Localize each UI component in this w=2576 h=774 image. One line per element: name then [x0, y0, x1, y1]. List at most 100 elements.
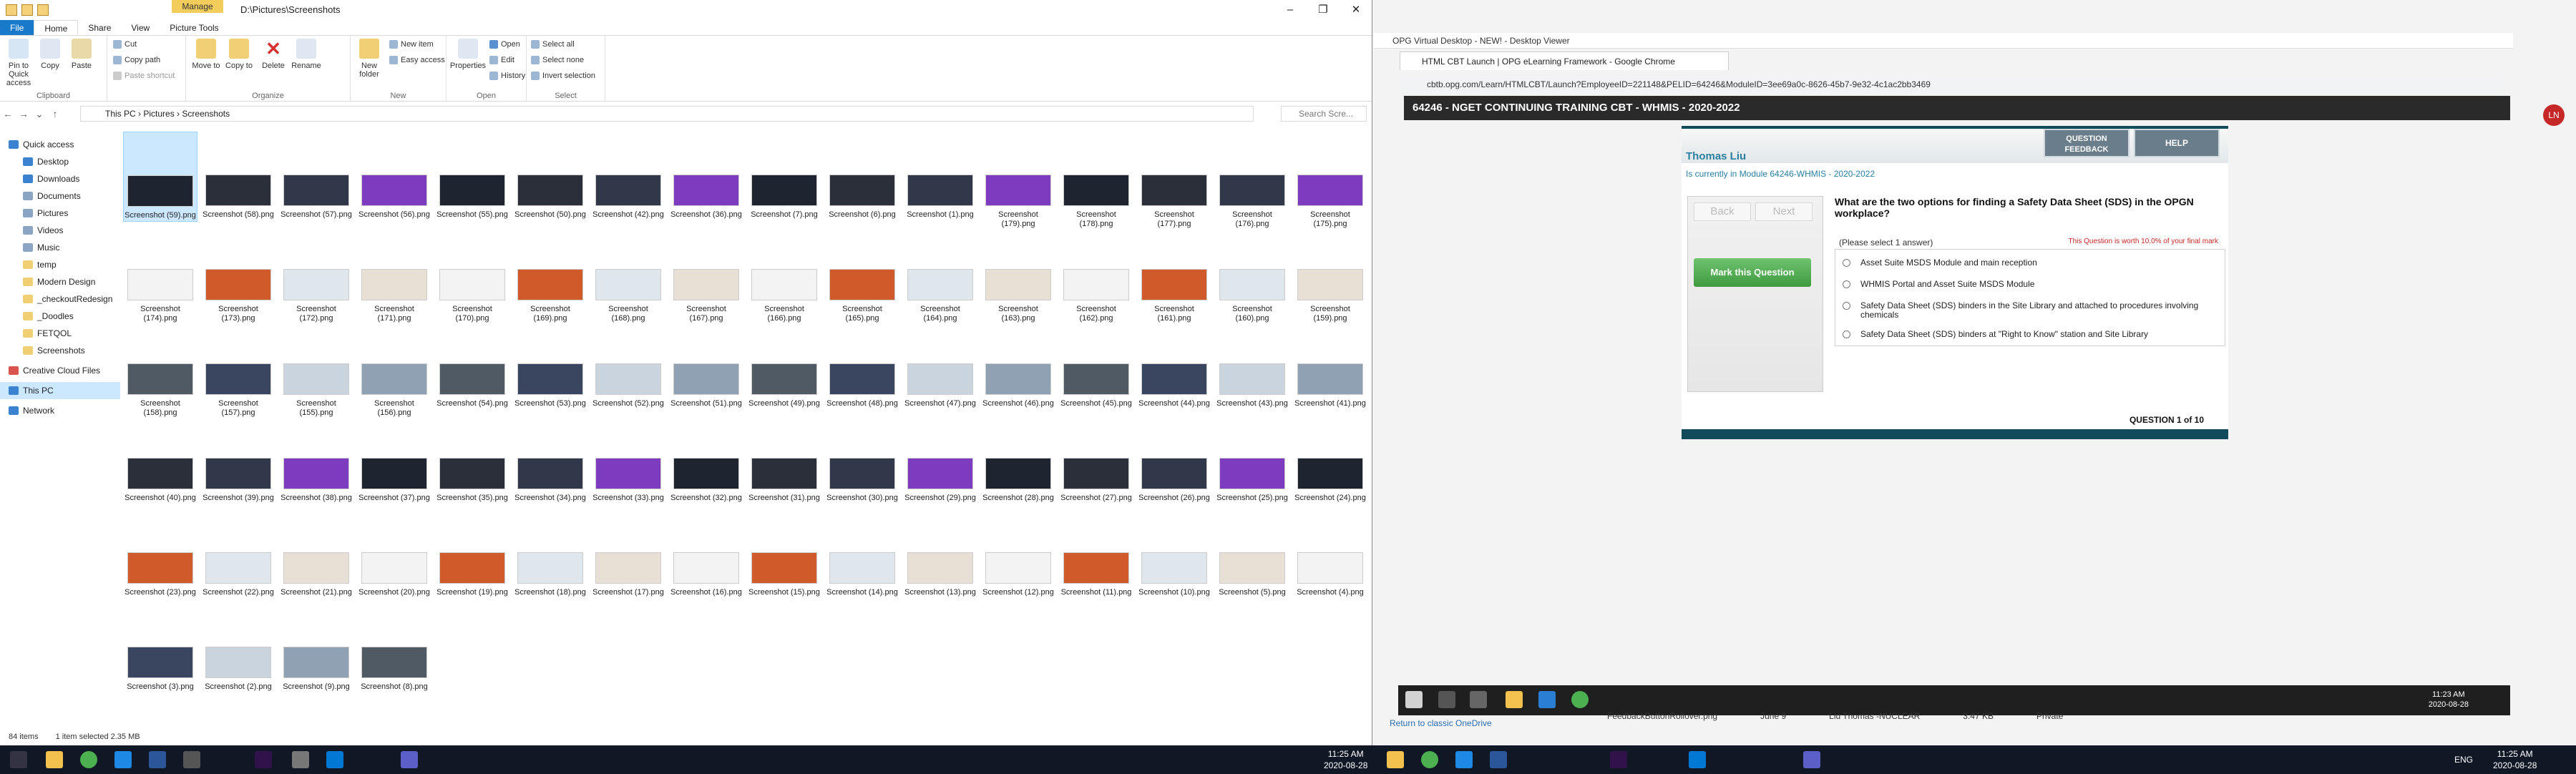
file-item[interactable]: Screenshot (23).png	[123, 509, 197, 599]
sidebar-item-pictures[interactable]: Pictures	[0, 205, 120, 222]
file-item[interactable]: Screenshot (14).png	[825, 509, 899, 599]
file-item[interactable]: Screenshot (173).png	[201, 226, 275, 323]
file-item[interactable]: Screenshot (27).png	[1059, 415, 1133, 505]
file-item[interactable]: Screenshot (58).png	[201, 132, 275, 222]
copy-button[interactable]: Copy	[34, 39, 66, 70]
chrome-icon[interactable]	[80, 751, 97, 768]
file-item[interactable]: Screenshot (172).png	[279, 226, 353, 323]
search-icon[interactable]	[10, 751, 27, 768]
back-arrow-icon[interactable]: ←	[0, 108, 16, 119]
file-item[interactable]: Screenshot (26).png	[1137, 415, 1211, 505]
file-item[interactable]: Screenshot (24).png	[1293, 415, 1367, 505]
paste-button[interactable]: Paste	[66, 39, 97, 70]
radio-button[interactable]	[1843, 302, 1850, 310]
file-item[interactable]: Screenshot (161).png	[1137, 226, 1211, 323]
edge-icon[interactable]	[1538, 691, 1556, 708]
edit-app-icon[interactable]	[1455, 751, 1473, 768]
answer-option-4[interactable]: Safety Data Sheet (SDS) binders at "Righ…	[1843, 330, 2215, 339]
paste-shortcut-button[interactable]: Paste shortcut	[113, 72, 175, 80]
file-item[interactable]: Screenshot (11).png	[1059, 509, 1133, 599]
file-item[interactable]: Screenshot (176).png	[1215, 132, 1289, 228]
answer-option-2[interactable]: WHMIS Portal and Asset Suite MSDS Module	[1843, 280, 2215, 289]
file-item[interactable]: Screenshot (158).png	[123, 320, 197, 417]
sidebar-item-modern-design[interactable]: Modern Design	[0, 273, 120, 290]
file-item[interactable]: Screenshot (30).png	[825, 415, 899, 505]
file-item[interactable]: Screenshot (50).png	[513, 132, 587, 222]
chrome-icon[interactable]	[1571, 691, 1589, 708]
recent-chevron-icon[interactable]: ⌄	[31, 108, 47, 120]
file-item[interactable]: Screenshot (166).png	[747, 226, 821, 323]
delete-button[interactable]: ✕ Delete	[258, 39, 289, 70]
question-feedback-button[interactable]: QUESTION FEEDBACK	[2044, 129, 2129, 157]
file-item[interactable]: Screenshot (157).png	[201, 320, 275, 417]
teams-icon[interactable]	[1803, 751, 1820, 768]
edit-app-icon[interactable]	[114, 751, 132, 768]
file-item[interactable]: Screenshot (53).png	[513, 320, 587, 411]
radio-button[interactable]	[1843, 259, 1850, 267]
teams-icon[interactable]	[401, 751, 418, 768]
sidebar-item-this-pc[interactable]: This PC	[0, 382, 120, 399]
sidebar-item-desktop[interactable]: Desktop	[0, 153, 120, 170]
file-explorer-icon[interactable]	[1387, 751, 1404, 768]
breadcrumb-this-pc[interactable]: This PC	[105, 109, 136, 119]
file-item[interactable]: Screenshot (37).png	[357, 415, 431, 505]
file-item[interactable]: Screenshot (32).png	[669, 415, 743, 505]
minimize-button[interactable]: –	[1274, 0, 1307, 20]
close-button[interactable]: ✕	[1340, 0, 1372, 20]
file-item[interactable]: Screenshot (10).png	[1137, 509, 1211, 599]
file-item[interactable]: Screenshot (36).png	[669, 132, 743, 222]
file-item[interactable]: Screenshot (39).png	[201, 415, 275, 505]
breadcrumb-screenshots[interactable]: Screenshots	[182, 109, 230, 119]
file-item[interactable]: Screenshot (35).png	[435, 415, 509, 505]
forward-arrow-icon[interactable]: →	[16, 108, 31, 119]
copy-to-button[interactable]: Copy to	[223, 39, 255, 70]
history-button[interactable]: History	[489, 72, 525, 80]
word-icon[interactable]	[149, 751, 166, 768]
sidebar-item-documents[interactable]: Documents	[0, 187, 120, 205]
tab-share[interactable]: Share	[78, 20, 121, 35]
invert-selection-button[interactable]: Invert selection	[531, 72, 595, 80]
file-item[interactable]: Screenshot (28).png	[981, 415, 1055, 505]
file-item[interactable]: Screenshot (56).png	[357, 132, 431, 222]
search-input[interactable]: Search Scre...	[1281, 106, 1367, 122]
file-item[interactable]: Screenshot (5).png	[1215, 509, 1289, 599]
file-item[interactable]: Screenshot (3).png	[123, 604, 197, 694]
file-item[interactable]: Screenshot (164).png	[903, 226, 977, 323]
new-folder-icon[interactable]	[37, 4, 49, 16]
copy-path-button[interactable]: Copy path	[113, 56, 160, 64]
file-item[interactable]: Screenshot (162).png	[1059, 226, 1133, 323]
cut-button[interactable]: Cut	[113, 40, 137, 49]
file-item[interactable]: Screenshot (12).png	[981, 509, 1055, 599]
file-item[interactable]: Screenshot (163).png	[981, 226, 1055, 323]
file-item[interactable]: Screenshot (178).png	[1059, 132, 1133, 228]
radio-button[interactable]	[1843, 280, 1850, 288]
chrome-icon[interactable]	[1421, 751, 1438, 768]
sidebar-item-doodles[interactable]: _Doodles	[0, 308, 120, 325]
file-item[interactable]: Screenshot (17).png	[591, 509, 665, 599]
file-item[interactable]: Screenshot (177).png	[1137, 132, 1211, 228]
move-to-button[interactable]: Move to	[190, 39, 222, 70]
file-item[interactable]: Screenshot (168).png	[591, 226, 665, 323]
file-item[interactable]: Screenshot (13).png	[903, 509, 977, 599]
file-item[interactable]: Screenshot (159).png	[1293, 226, 1367, 323]
file-item[interactable]: Screenshot (54).png	[435, 320, 509, 411]
file-item[interactable]: Screenshot (160).png	[1215, 226, 1289, 323]
file-item[interactable]: Screenshot (18).png	[513, 509, 587, 599]
file-item[interactable]: Screenshot (57).png	[279, 132, 353, 222]
file-item[interactable]: Screenshot (43).png	[1215, 320, 1289, 411]
search-icon[interactable]	[1438, 691, 1455, 708]
file-item[interactable]: Screenshot (45).png	[1059, 320, 1133, 411]
sidebar-item-screenshots[interactable]: Screenshots	[0, 342, 120, 359]
chrome-window-title[interactable]: HTML CBT Launch | OPG eLearning Framewor…	[1400, 52, 1729, 70]
file-item[interactable]: Screenshot (179).png	[981, 132, 1055, 228]
file-item[interactable]: Screenshot (7).png	[747, 132, 821, 222]
up-arrow-icon[interactable]: ↑	[47, 108, 63, 119]
vscode-icon[interactable]	[326, 751, 343, 768]
file-item[interactable]: Screenshot (21).png	[279, 509, 353, 599]
sidebar-item-checkoutredesign[interactable]: _checkoutRedesign	[0, 290, 120, 308]
properties-button[interactable]: Properties	[449, 39, 487, 70]
file-item[interactable]: Screenshot (156).png	[357, 320, 431, 417]
word-icon[interactable]	[1490, 751, 1507, 768]
new-folder-button[interactable]: New folder	[353, 39, 385, 79]
tab-view[interactable]: View	[121, 20, 160, 35]
